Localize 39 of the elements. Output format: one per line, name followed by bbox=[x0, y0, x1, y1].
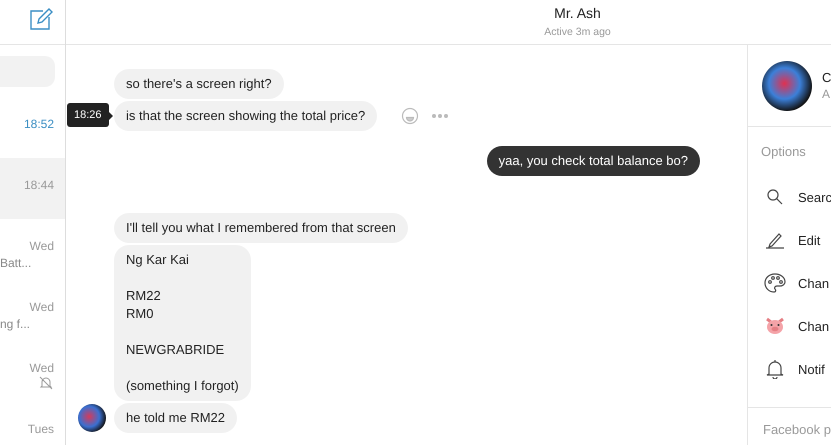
conversation-item[interactable]: Tues bbox=[0, 402, 65, 445]
message-bubble: yaa, you check total balance bo? bbox=[486, 146, 700, 176]
section-heading: Facebook p bbox=[762, 421, 831, 437]
chat-title: Mr. Ash bbox=[554, 5, 601, 21]
message-bubble: so there's a screen right? bbox=[114, 69, 284, 99]
message-bubble: is that the screen showing the total price? bbox=[114, 101, 378, 131]
pig-face-icon bbox=[764, 317, 786, 335]
conversation-time: 18:52 bbox=[24, 117, 54, 131]
option-item[interactable]: Edit bbox=[764, 228, 831, 252]
conversation-time: Wed bbox=[30, 361, 54, 375]
pencil-icon bbox=[764, 231, 786, 249]
conversation-time: Tues bbox=[28, 422, 54, 436]
more-options-icon[interactable] bbox=[431, 113, 450, 119]
contact-subtitle: A bbox=[822, 87, 831, 101]
conversation-item[interactable]: Wed bbox=[0, 341, 65, 402]
contact-avatar bbox=[78, 404, 106, 432]
bell-icon bbox=[764, 359, 786, 379]
option-item[interactable]: Notif bbox=[764, 357, 831, 381]
message-bubble: he told me RM22 bbox=[114, 403, 237, 433]
message-bubble: Ng Kar Kai RM22 RM0 NEWGRABRIDE (something I forgot) bbox=[114, 245, 251, 401]
conversation-item[interactable]: 18:52 bbox=[0, 97, 65, 158]
conversation-snippet: Batt... bbox=[0, 256, 32, 270]
emoji-reaction-icon[interactable] bbox=[401, 107, 420, 125]
option-item[interactable]: Chan bbox=[764, 314, 831, 338]
compose-icon[interactable] bbox=[29, 7, 53, 31]
conversation-time: Wed bbox=[30, 239, 54, 253]
conversation-time: Wed bbox=[30, 300, 54, 314]
conversation-item[interactable]: Wed Batt... bbox=[0, 219, 65, 280]
contact-avatar bbox=[762, 60, 812, 110]
conversation-snippet: ng f... bbox=[0, 317, 30, 331]
conversation-time: 18:44 bbox=[24, 178, 54, 192]
palette-icon bbox=[764, 273, 786, 293]
message-bubble: I'll tell you what I remembered from that screen bbox=[114, 213, 408, 243]
conversation-item[interactable]: 18:44 bbox=[0, 158, 65, 219]
contact-name: C bbox=[822, 70, 831, 85]
options-heading: Options bbox=[760, 143, 807, 159]
active-status: Active 3m ago bbox=[544, 26, 611, 38]
conversation-item[interactable]: Wed ng f... bbox=[0, 280, 65, 341]
option-item[interactable]: Chan bbox=[764, 271, 831, 295]
